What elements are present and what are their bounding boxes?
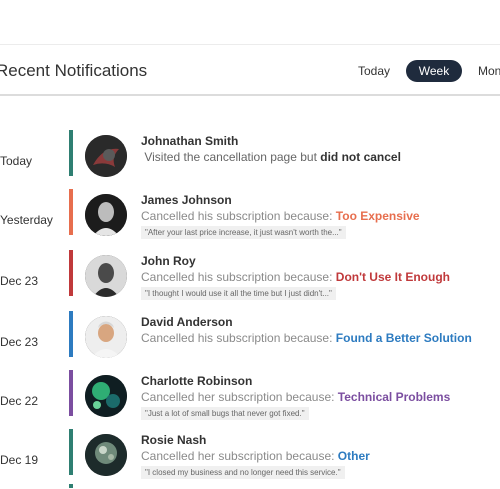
notification-text: Cancelled her subscription because: Othe…	[141, 449, 370, 463]
notification-row[interactable]: Yesterday James Johnson Cancelled his su…	[0, 189, 500, 249]
avatar-image	[85, 434, 127, 476]
notification-text: Visited the cancellation page but did no…	[141, 150, 401, 164]
tab-today[interactable]: Today	[358, 60, 390, 82]
avatar	[85, 194, 127, 236]
notification-text: Cancelled his subscription because: Too …	[141, 209, 420, 223]
notification-row[interactable]: Today Johnathan Smith Visited the cancel…	[0, 130, 500, 190]
notification-reason: Don't Use It Enough	[335, 270, 450, 284]
notification-text: Cancelled his subscription because: Foun…	[141, 331, 472, 345]
avatar	[85, 434, 127, 476]
notification-reason: Technical Problems	[337, 390, 451, 404]
avatar	[85, 316, 127, 358]
notification-reason: Other	[337, 449, 370, 463]
period-tabs: Today Week Mon	[0, 60, 500, 84]
accent-bar	[69, 429, 73, 475]
customer-quote: "I closed my business and no longer need…	[141, 466, 345, 479]
top-strip	[0, 0, 500, 45]
customer-name[interactable]: Johnathan Smith	[141, 134, 238, 148]
accent-bar	[69, 130, 73, 176]
customer-name[interactable]: Rosie Nash	[141, 433, 206, 447]
notification-row[interactable]: Dec 19 Rosie Nash Cancelled her subscrip…	[0, 429, 500, 489]
notification-prefix: Cancelled her subscription because:	[141, 449, 335, 463]
notification-row[interactable]: Dec 22 Charlotte Robinson Cancelled her …	[0, 370, 500, 430]
accent-bar	[69, 189, 73, 235]
avatar-image	[85, 316, 127, 358]
notification-reason: did not cancel	[320, 150, 401, 164]
accent-bar-next	[69, 484, 73, 488]
notification-prefix: Cancelled her subscription because:	[141, 390, 335, 404]
tab-month[interactable]: Mon	[478, 60, 500, 82]
notification-date: Yesterday	[0, 213, 53, 227]
notification-prefix: Cancelled his subscription because:	[141, 331, 333, 345]
avatar	[85, 135, 127, 177]
notification-text: Cancelled his subscription because: Don'…	[141, 270, 450, 284]
avatar-image	[85, 375, 127, 417]
notification-row[interactable]: Dec 23 John Roy Cancelled his subscripti…	[0, 250, 500, 310]
customer-name[interactable]: John Roy	[141, 254, 196, 268]
notification-date: Dec 23	[0, 274, 39, 288]
notification-reason: Too Expensive	[335, 209, 420, 223]
accent-bar	[69, 311, 73, 357]
notification-reason: Found a Better Solution	[335, 331, 472, 345]
tab-week[interactable]: Week	[406, 60, 462, 82]
accent-bar	[69, 370, 73, 416]
avatar-image	[85, 255, 127, 297]
customer-quote: "Just a lot of small bugs that never got…	[141, 407, 309, 420]
notification-prefix: Cancelled his subscription because:	[141, 209, 333, 223]
notification-prefix: Cancelled his subscription because:	[141, 270, 333, 284]
notification-date: Dec 19	[0, 453, 39, 467]
notifications-header: Recent Notifications Today Week Mon	[0, 44, 500, 96]
notification-date: Dec 22	[0, 394, 39, 408]
notification-date: Today	[0, 154, 33, 168]
notification-text: Cancelled her subscription because: Tech…	[141, 390, 450, 404]
customer-quote: "I thought I would use it all the time b…	[141, 287, 336, 300]
notification-row[interactable]: Dec 23 David Anderson Cancelled his subs…	[0, 311, 500, 371]
customer-name[interactable]: James Johnson	[141, 193, 232, 207]
customer-name[interactable]: Charlotte Robinson	[141, 374, 252, 388]
avatar-image	[85, 194, 127, 236]
accent-bar	[69, 250, 73, 296]
notification-prefix: Visited the cancellation page but	[144, 150, 317, 164]
avatar	[85, 375, 127, 417]
avatar-image	[85, 135, 127, 177]
customer-quote: "After your last price increase, it just…	[141, 226, 346, 239]
notification-date: Dec 23	[0, 335, 39, 349]
customer-name[interactable]: David Anderson	[141, 315, 233, 329]
avatar	[85, 255, 127, 297]
